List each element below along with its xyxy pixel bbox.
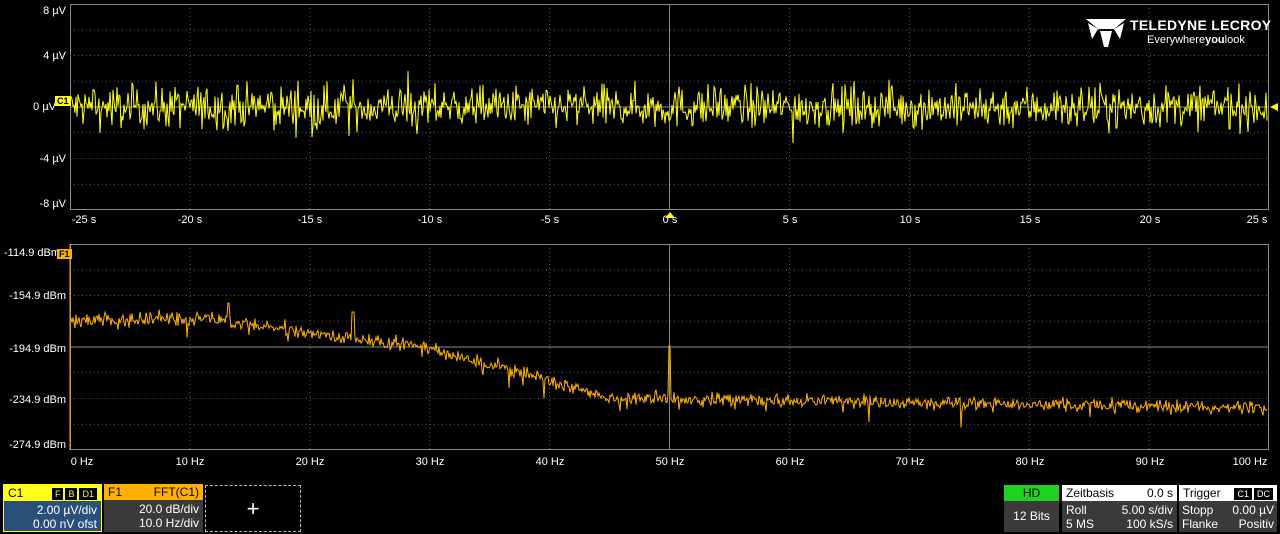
timebase-title: Zeitbasis (1066, 486, 1115, 500)
c1-tag: F (51, 488, 64, 500)
f1-vdiv: 20.0 dB/div (138, 502, 199, 516)
add-trace-button[interactable]: + (205, 485, 301, 532)
hd-bits: 12 Bits (1013, 509, 1050, 523)
tagline-part: Everywhere (1147, 34, 1206, 46)
trigger-title: Trigger (1183, 486, 1221, 500)
brand-name: TELEDYNE LECROY (1130, 17, 1272, 33)
c1-label: C1 (8, 486, 24, 500)
f1-hdiv: 10.0 Hz/div (138, 516, 199, 530)
brand-tagline: Everywhereyoulook (1147, 34, 1245, 46)
f1-function: FFT(C1) (153, 485, 199, 499)
timebase-tdiv: 5.00 s/div (1121, 503, 1173, 517)
grid-lines (70, 4, 1269, 450)
timebase-mode: Roll (1066, 503, 1087, 517)
c1-vdiv: 2.00 µV/div (36, 503, 97, 517)
trigger-source-tag: C1 (1234, 488, 1252, 500)
f1-descriptor[interactable]: F1 FFT(C1) 20.0 dB/div 10.0 Hz/div (104, 484, 203, 532)
plus-icon: + (246, 495, 260, 521)
trigger-slope: Positiv (1238, 517, 1274, 531)
timebase-rate: 100 kS/s (1126, 517, 1173, 531)
trigger-tags: C1 DC (1232, 486, 1273, 500)
tagline-part: you (1205, 34, 1225, 46)
trigger-level-marker (1270, 103, 1278, 111)
trigger-type: Flanke (1182, 517, 1219, 531)
timebase-delay: 0.0 s (1146, 486, 1173, 500)
trigger-coupling-tag: DC (1254, 488, 1273, 500)
c1-tag: B (65, 488, 78, 500)
brand-logo: TELEDYNE LECROY Everywhereyoulook (1084, 15, 1272, 49)
trigger-level: 0.00 µV (1232, 503, 1274, 517)
c1-descriptor[interactable]: C1 F B D1 2.00 µV/div 0.00 nV ofst (3, 484, 102, 532)
tagline-part: look (1224, 34, 1245, 46)
timebase-descriptor[interactable]: Zeitbasis 0.0 s Roll 5.00 s/div 5 MS 100… (1062, 485, 1177, 532)
c1-offset: 0.00 nV ofst (32, 517, 97, 531)
trigger-descriptor[interactable]: Trigger C1 DC Stopp 0.00 µV Flanke Positi… (1179, 485, 1277, 532)
hd-descriptor[interactable]: HD 12 Bits (1004, 485, 1059, 532)
waveform-display (69, 4, 1278, 450)
f1-label: F1 (108, 485, 123, 499)
c1-tags: F B D1 (50, 486, 97, 500)
timebase-samples: 5 MS (1066, 517, 1095, 531)
trigger-time-marker (665, 212, 675, 218)
trigger-markers (69, 103, 1278, 450)
trigger-state: Stopp (1182, 503, 1214, 517)
teledyne-logo-icon (1086, 19, 1126, 47)
c1-tag: D1 (79, 488, 97, 500)
hd-label: HD (1004, 485, 1059, 501)
